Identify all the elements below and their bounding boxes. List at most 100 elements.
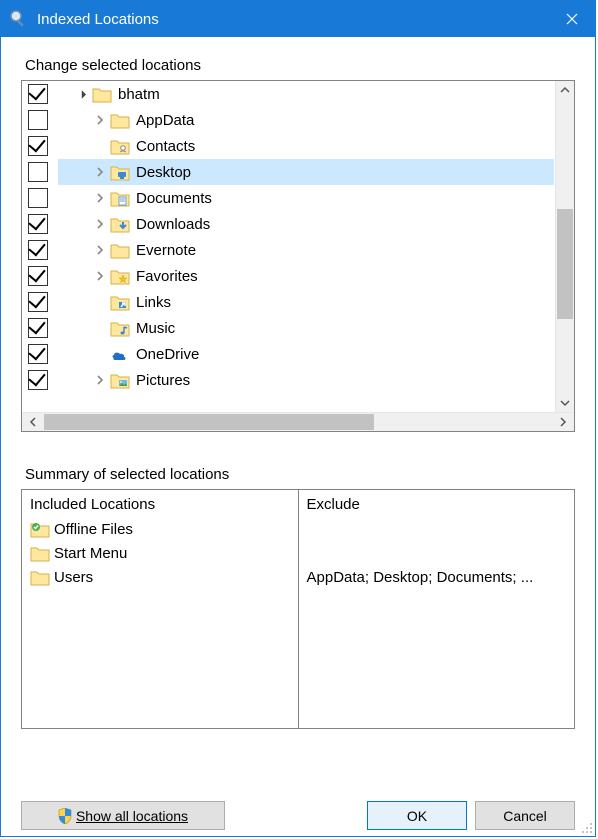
tree-item-label: Links: [136, 294, 171, 311]
tree-row[interactable]: Links: [22, 289, 554, 315]
checkbox[interactable]: [28, 162, 48, 182]
checkbox[interactable]: [28, 292, 48, 312]
horizontal-scrollbar[interactable]: [22, 412, 574, 431]
checkbox[interactable]: [28, 84, 48, 104]
show-all-locations-button[interactable]: Show all locations: [21, 801, 225, 830]
tree-row[interactable]: Evernote: [22, 237, 554, 263]
app-icon: [9, 9, 29, 29]
tree-item-label-region[interactable]: Evernote: [58, 237, 554, 263]
tree-item-label-region[interactable]: AppData: [58, 107, 554, 133]
scroll-left-icon[interactable]: [22, 413, 44, 431]
tree-row[interactable]: Music: [22, 315, 554, 341]
exclude-header: Exclude: [307, 496, 567, 513]
tree-item-label-region[interactable]: Pictures: [58, 367, 554, 393]
included-item-label: Users: [54, 569, 93, 586]
scroll-thumb-vertical[interactable]: [557, 209, 573, 319]
exclude-item[interactable]: AppData; Desktop; Documents; ...: [307, 565, 567, 589]
tree-item-label-region[interactable]: Desktop: [58, 159, 554, 185]
cancel-button[interactable]: Cancel: [475, 801, 575, 830]
chevron-right-icon[interactable]: [92, 374, 108, 386]
change-locations-label: Change selected locations: [25, 57, 575, 74]
tree-item-label: Favorites: [136, 268, 198, 285]
chevron-right-icon[interactable]: [92, 166, 108, 178]
checkbox[interactable]: [28, 344, 48, 364]
checkbox[interactable]: [28, 136, 48, 156]
exclude-column: Exclude AppData; Desktop; Documents; ...: [298, 490, 575, 728]
music-icon: [110, 319, 130, 337]
checkbox[interactable]: [28, 318, 48, 338]
scroll-right-icon[interactable]: [552, 413, 574, 431]
summary-box: Included Locations Offline Files Start Me…: [21, 489, 575, 729]
tree-row[interactable]: Desktop: [22, 159, 554, 185]
ok-button[interactable]: OK: [367, 801, 467, 830]
tree-item-label-region[interactable]: bhatm: [58, 81, 554, 107]
shield-icon: [58, 808, 72, 824]
tree-row[interactable]: Favorites: [22, 263, 554, 289]
window: Indexed Locations Change selected locati…: [0, 0, 596, 837]
tree-item-label-region[interactable]: OneDrive: [58, 341, 554, 367]
resize-grip[interactable]: [579, 820, 593, 834]
included-list: Offline Files Start Menu Users: [30, 517, 290, 589]
chevron-right-icon[interactable]: [92, 218, 108, 230]
folder-icon: [30, 568, 50, 586]
checkbox[interactable]: [28, 240, 48, 260]
tree-item-label-region[interactable]: Contacts: [58, 133, 554, 159]
checkbox[interactable]: [28, 266, 48, 286]
close-button[interactable]: [549, 1, 595, 37]
titlebar: Indexed Locations: [1, 1, 595, 37]
included-item[interactable]: Start Menu: [30, 541, 290, 565]
chevron-right-icon[interactable]: [92, 114, 108, 126]
folder-icon: [110, 111, 130, 129]
included-item-label: Start Menu: [54, 545, 127, 562]
tree-item-label-region[interactable]: Documents: [58, 185, 554, 211]
tree-row[interactable]: Documents: [22, 185, 554, 211]
tree-item-label-region[interactable]: Favorites: [58, 263, 554, 289]
tree-row[interactable]: Downloads: [22, 211, 554, 237]
desktop-icon: [110, 163, 130, 181]
ok-label: OK: [407, 808, 427, 824]
contacts-icon: [110, 137, 130, 155]
downloads-icon: [110, 215, 130, 233]
tree-row[interactable]: bhatm: [22, 81, 554, 107]
tree-item-label: Downloads: [136, 216, 210, 233]
spacer: [21, 432, 575, 462]
chevron-right-icon[interactable]: [92, 192, 108, 204]
folder-icon: [92, 85, 112, 103]
tree-item-label: OneDrive: [136, 346, 199, 363]
onedrive-icon: [110, 345, 130, 363]
scroll-track-horizontal[interactable]: [44, 413, 552, 431]
summary-label: Summary of selected locations: [25, 466, 575, 483]
tree-item-label: Evernote: [136, 242, 196, 259]
tree-row[interactable]: OneDrive: [22, 341, 554, 367]
pictures-icon: [110, 371, 130, 389]
close-icon: [566, 13, 578, 25]
offline-files-icon: [30, 520, 50, 538]
checkbox[interactable]: [28, 188, 48, 208]
show-all-label: Show all locations: [76, 808, 188, 824]
tree-box: bhatmAppDataContactsDesktopDocuments Down…: [21, 80, 575, 432]
tree-item-label-region[interactable]: Downloads: [58, 211, 554, 237]
chevron-right-icon[interactable]: [92, 270, 108, 282]
tree-row[interactable]: Pictures: [22, 367, 554, 393]
chevron-down-icon[interactable]: [74, 89, 90, 100]
tree-row[interactable]: Contacts: [22, 133, 554, 159]
exclude-item[interactable]: [307, 541, 567, 565]
cancel-label: Cancel: [503, 808, 547, 824]
scroll-down-icon[interactable]: [556, 394, 574, 412]
scroll-thumb-horizontal[interactable]: [44, 414, 374, 430]
tree-item-label-region[interactable]: Music: [58, 315, 554, 341]
vertical-scrollbar[interactable]: [555, 81, 574, 412]
tree-row[interactable]: AppData: [22, 107, 554, 133]
included-item[interactable]: Users: [30, 565, 290, 589]
included-column: Included Locations Offline Files Start Me…: [22, 490, 298, 728]
tree-item-label-region[interactable]: Links: [58, 289, 554, 315]
checkbox[interactable]: [28, 214, 48, 234]
scroll-up-icon[interactable]: [556, 81, 574, 99]
tree-list: bhatmAppDataContactsDesktopDocuments Down…: [22, 81, 554, 412]
checkbox[interactable]: [28, 110, 48, 130]
included-header: Included Locations: [30, 496, 290, 513]
chevron-right-icon[interactable]: [92, 244, 108, 256]
exclude-item[interactable]: [307, 517, 567, 541]
checkbox[interactable]: [28, 370, 48, 390]
included-item[interactable]: Offline Files: [30, 517, 290, 541]
